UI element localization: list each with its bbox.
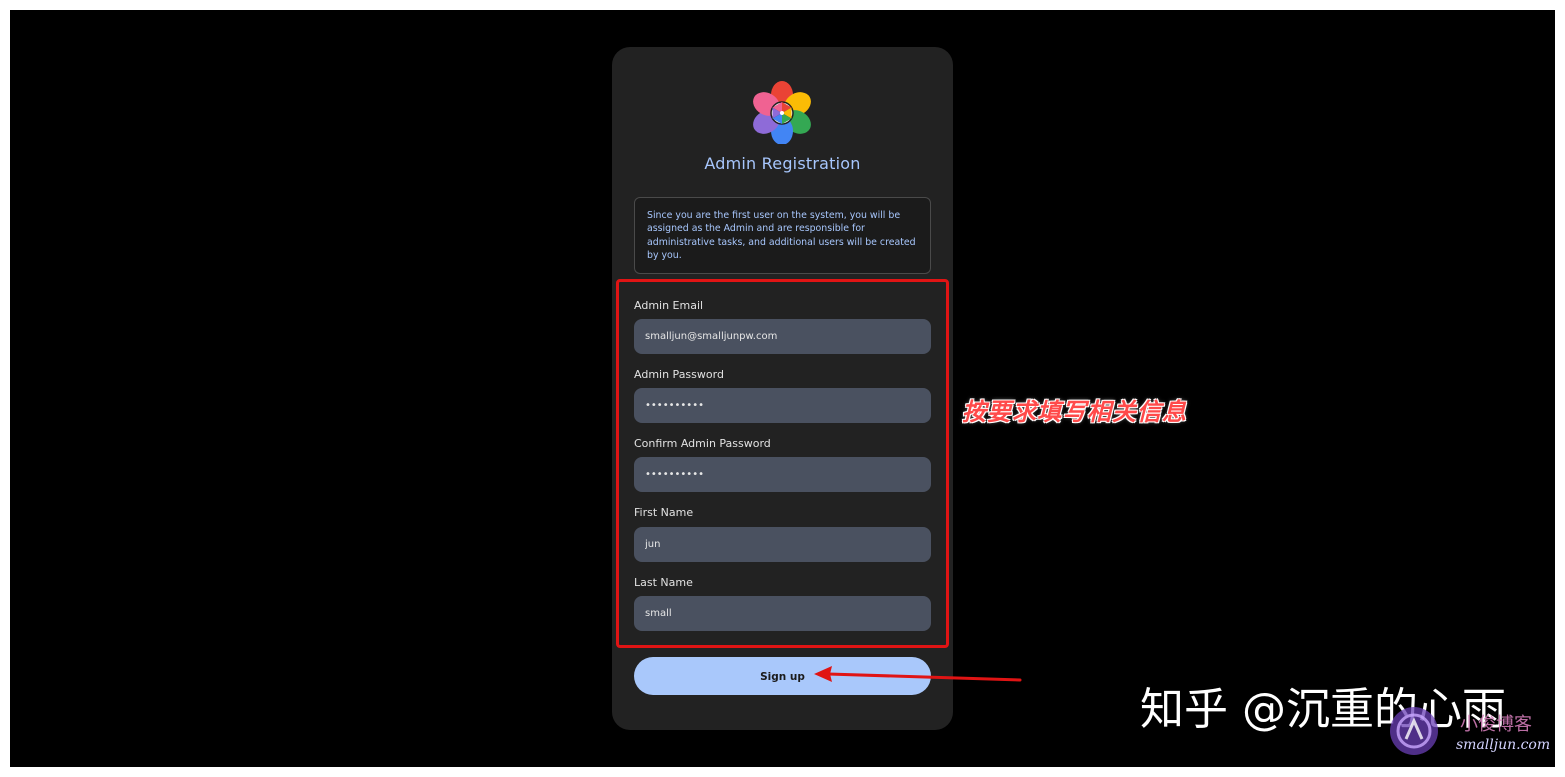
annotation-note: 按要求填写相关信息 — [962, 397, 1187, 426]
zhihu-watermark: 知乎 @沉重的心雨 — [1140, 684, 1506, 735]
confirm-password-input[interactable] — [634, 457, 931, 492]
blog-name-watermark: 小俊博客 — [1460, 714, 1532, 735]
page-title: Admin Registration — [704, 154, 861, 173]
confirm-password-label: Confirm Admin Password — [634, 437, 771, 450]
red-arrow — [814, 666, 1022, 682]
admin-email-label: Admin Email — [634, 299, 704, 312]
last-name-input[interactable] — [634, 596, 931, 631]
admin-email-input[interactable] — [634, 319, 931, 354]
flower-logo-icon — [753, 81, 811, 144]
first-name-label: First Name — [634, 506, 694, 519]
blog-url-watermark: smalljun.com — [1456, 737, 1551, 753]
blog-logo-icon — [1390, 707, 1438, 755]
admin-notice: Since you are the first user on the syst… — [634, 197, 931, 274]
admin-password-input[interactable] — [634, 388, 931, 423]
last-name-label: Last Name — [634, 576, 693, 589]
first-name-input[interactable] — [634, 527, 931, 562]
admin-password-label: Admin Password — [634, 368, 724, 381]
